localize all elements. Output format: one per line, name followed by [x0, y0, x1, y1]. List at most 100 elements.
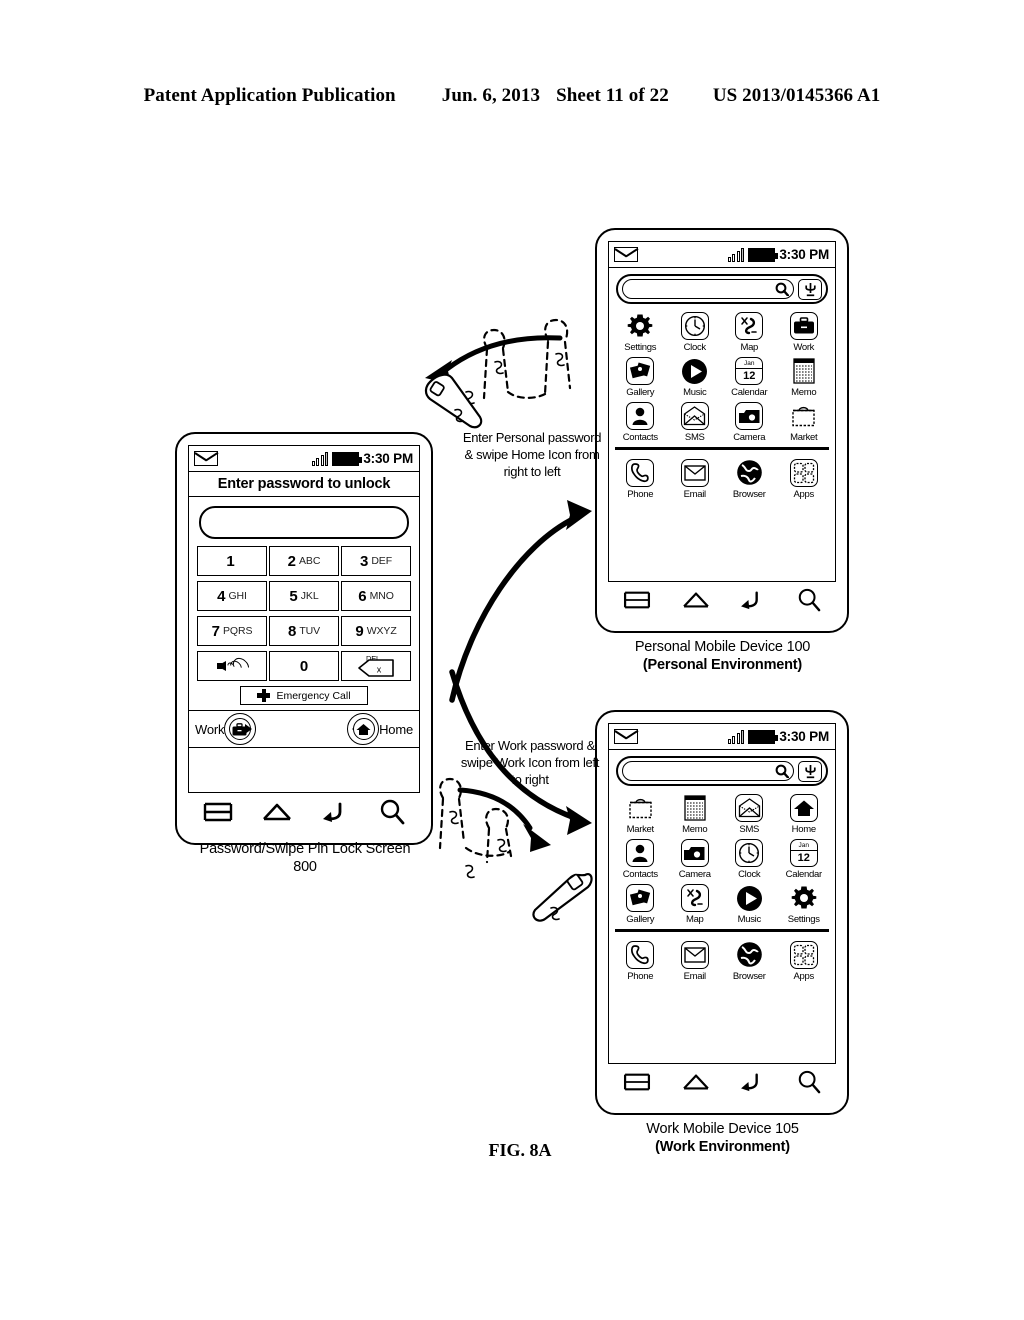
app-memo[interactable]: Memo [777, 356, 831, 398]
back-icon[interactable] [321, 800, 351, 829]
menu-icon[interactable] [202, 800, 234, 829]
personal-mobile-device: 3:30 PM Settings Clock Map Work Gallery … [595, 228, 849, 633]
app-music[interactable]: Music [722, 883, 776, 925]
search-input[interactable] [622, 761, 794, 781]
app-home[interactable]: Home [777, 793, 831, 835]
app-sms[interactable]: SMS [668, 401, 722, 443]
password-input[interactable] [199, 506, 409, 539]
work-gesture-annotation: Enter Work password & swipe Work Icon fr… [460, 738, 600, 787]
globe-icon [734, 458, 764, 488]
contact-icon [625, 838, 655, 868]
key-8[interactable]: 8 TUV [269, 616, 339, 646]
app-sms[interactable]: SMS [722, 793, 776, 835]
open-envelope-icon [734, 793, 764, 823]
work-navigation-bar [608, 1063, 836, 1105]
key-delete[interactable]: DEL x [341, 651, 411, 681]
home-icon[interactable] [261, 800, 293, 829]
house-icon[interactable] [347, 713, 380, 745]
app-music[interactable]: Music [668, 356, 722, 398]
app-work[interactable]: Work [777, 311, 831, 353]
key-6[interactable]: 6 MNO [341, 581, 411, 611]
dock-apps[interactable]: Apps [777, 458, 831, 500]
briefcase-icon [789, 311, 819, 341]
app-market[interactable]: Market [777, 401, 831, 443]
lock-screen-caption: Password/Swipe Pin Lock Screen 800 [199, 841, 411, 876]
app-gallery[interactable]: Gallery [613, 883, 667, 925]
dock-email[interactable]: Email [668, 940, 722, 982]
status-clock: 3:30 PM [779, 247, 829, 262]
work-dock: Phone Email Browser Apps [609, 936, 835, 982]
app-calendar[interactable]: Jan 12 Calendar [777, 838, 831, 880]
app-settings[interactable]: Settings [613, 311, 667, 353]
app-gallery[interactable]: Gallery [613, 356, 667, 398]
app-camera[interactable]: Camera [722, 401, 776, 443]
menu-icon[interactable] [622, 1071, 652, 1098]
dock-browser[interactable]: Browser [722, 940, 776, 982]
home-swipe-control[interactable]: Home [347, 713, 413, 745]
search-input[interactable] [622, 279, 794, 299]
home-swipe-label: Home [379, 721, 413, 737]
map-icon [734, 311, 764, 341]
briefcase-icon[interactable] [224, 713, 257, 745]
patent-number: US 2013/0145366 A1 [712, 85, 881, 106]
key-3[interactable]: 3 DEF [341, 546, 411, 576]
search-icon[interactable] [796, 1070, 822, 1099]
dock-browser[interactable]: Browser [722, 458, 776, 500]
dock-divider [615, 929, 829, 932]
lock-instruction: Enter password to unlock [189, 472, 419, 497]
svg-text:x: x [377, 665, 382, 675]
key-4[interactable]: 4 GHI [197, 581, 267, 611]
app-clock[interactable]: Clock [722, 838, 776, 880]
emergency-call-label: Emergency Call [276, 689, 351, 702]
back-icon[interactable] [739, 1071, 767, 1098]
key-speaker[interactable] [197, 651, 267, 681]
dock-phone[interactable]: Phone [613, 940, 667, 982]
app-market[interactable]: Market [613, 793, 667, 835]
key-0[interactable]: 0 [269, 651, 339, 681]
home-icon[interactable] [681, 1071, 711, 1098]
app-map[interactable]: Map [668, 883, 722, 925]
app-row: Contacts Camera Clock Jan 12 Calendar [613, 838, 831, 880]
dock-phone[interactable]: Phone [613, 458, 667, 500]
publication-title: Patent Application Publication [143, 85, 396, 106]
menu-icon[interactable] [622, 589, 652, 616]
personal-device-caption: Personal Mobile Device 100 (Personal Env… [634, 639, 811, 674]
search-icon[interactable] [378, 799, 406, 830]
apps-grid-icon [789, 940, 819, 970]
work-display: 3:30 PM Market Memo SMS Home Contacts Ca… [608, 723, 836, 1064]
app-calendar[interactable]: Jan 12 Calendar [722, 356, 776, 398]
microphone-icon[interactable] [798, 278, 822, 300]
app-map[interactable]: Map [722, 311, 776, 353]
app-contacts[interactable]: Contacts [613, 401, 667, 443]
emergency-call-button[interactable]: Emergency Call [240, 686, 368, 705]
personal-search-bar[interactable] [616, 274, 828, 304]
dock-email[interactable]: Email [668, 458, 722, 500]
work-swipe-control[interactable]: Work [195, 713, 257, 745]
key-2[interactable]: 2 ABC [269, 546, 339, 576]
figure-label: FIG. 8A [488, 1140, 552, 1160]
signal-bars-icon [727, 247, 745, 262]
app-camera[interactable]: Camera [668, 838, 722, 880]
key-5[interactable]: 5 JKL [269, 581, 339, 611]
speaker-icon [217, 654, 253, 678]
home-icon[interactable] [681, 589, 711, 616]
gear-icon [625, 311, 655, 341]
app-memo[interactable]: Memo [668, 793, 722, 835]
camera-icon [680, 838, 710, 868]
key-7[interactable]: 7 PQRS [197, 616, 267, 646]
map-icon [680, 883, 710, 913]
work-search-bar[interactable] [616, 756, 828, 786]
key-9[interactable]: 9 WXYZ [341, 616, 411, 646]
camera-icon [734, 401, 764, 431]
app-settings[interactable]: Settings [777, 883, 831, 925]
app-contacts[interactable]: Contacts [613, 838, 667, 880]
microphone-icon[interactable] [798, 760, 822, 782]
app-clock[interactable]: Clock [668, 311, 722, 353]
envelope-icon [194, 451, 218, 466]
plus-icon [257, 689, 271, 702]
key-1[interactable]: 1 [197, 546, 267, 576]
status-indicators: 3:30 PM [727, 247, 829, 262]
search-icon[interactable] [796, 588, 822, 617]
dock-apps[interactable]: Apps [777, 940, 831, 982]
back-icon[interactable] [739, 589, 767, 616]
